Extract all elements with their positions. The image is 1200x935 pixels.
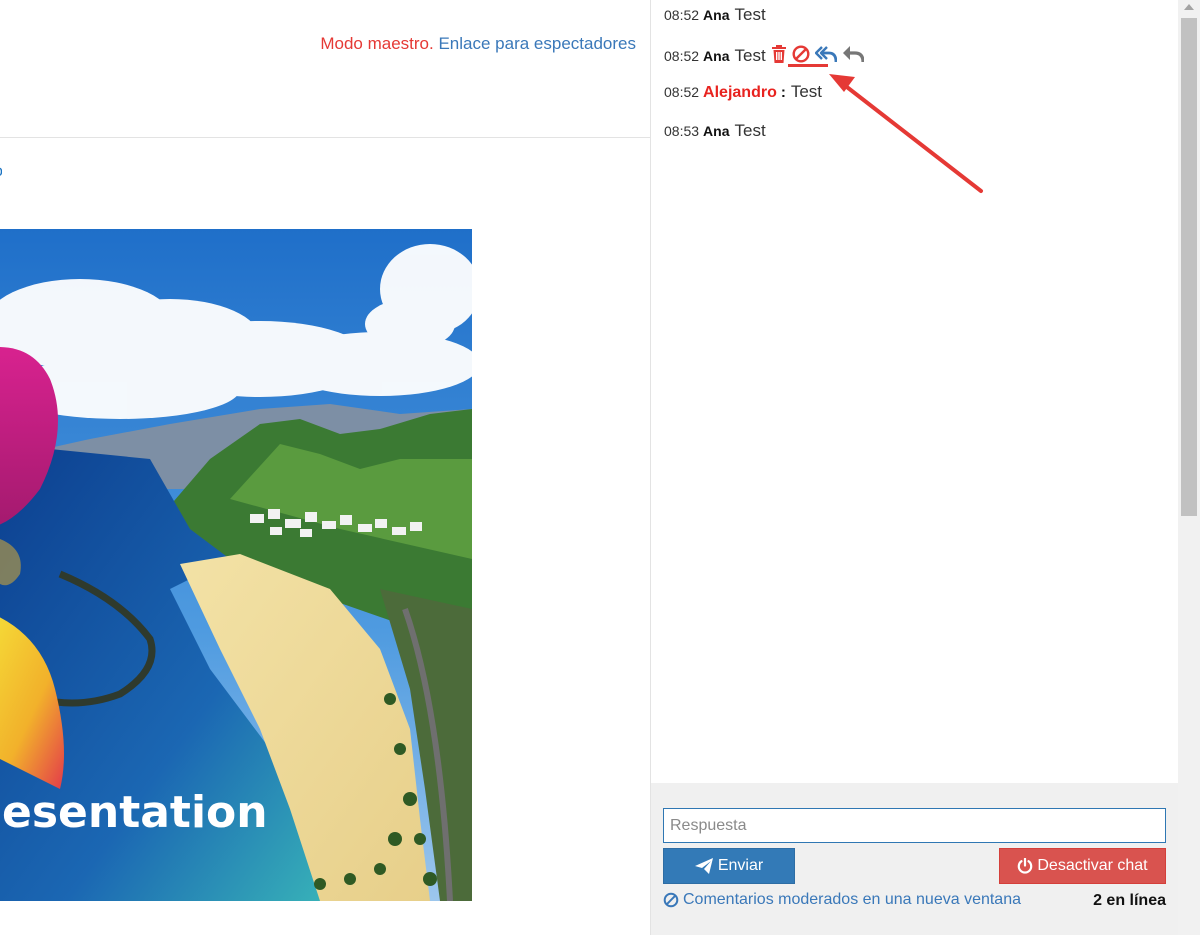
message-text: Test	[734, 5, 766, 24]
chat-messages: 08:52 Ana Test 08:52 Ana Test 08:52 Alej…	[651, 0, 1179, 783]
slide-caption: esentation	[2, 787, 268, 838]
message-text: Test	[734, 121, 766, 140]
annotation-underline	[788, 64, 828, 67]
chat-message: 08:52 Ana Test	[664, 5, 766, 25]
moderated-comments-link[interactable]: Comentarios moderados en una nueva venta…	[663, 891, 1021, 909]
chat-scrollbar[interactable]	[1178, 0, 1200, 935]
paper-plane-icon	[694, 858, 713, 874]
beach-slide-image: esentation	[0, 229, 472, 901]
viewer-link[interactable]: Enlace para espectadores	[438, 34, 636, 53]
message-separator: :	[780, 84, 786, 101]
scroll-up-arrow-icon[interactable]	[1184, 4, 1194, 10]
message-text: Test	[734, 46, 766, 65]
mode-links: Modo maestro. Enlace para espectadores	[320, 34, 636, 54]
presentation-header: Modo maestro. Enlace para espectadores	[0, 0, 650, 138]
reply-input[interactable]	[663, 808, 1166, 843]
trash-icon[interactable]	[771, 45, 787, 68]
page: Modo maestro. Enlace para espectadores o	[0, 0, 1200, 935]
power-icon	[1018, 858, 1033, 874]
chat-panel: 08:52 Ana Test 08:52 Ana Test 08:52 Alej…	[650, 0, 1200, 935]
ban-icon	[663, 892, 679, 908]
message-text: Test	[790, 82, 823, 101]
reply-icon[interactable]	[842, 45, 865, 68]
send-label: Enviar	[717, 857, 764, 874]
scroll-thumb[interactable]	[1181, 18, 1197, 516]
presentation-area: Modo maestro. Enlace para espectadores o	[0, 0, 650, 935]
teacher-mode-label: Modo maestro.	[320, 34, 434, 53]
message-time: 08:53	[664, 123, 700, 139]
message-author-teacher: Alejandro	[703, 84, 777, 101]
message-author: Ana	[703, 7, 730, 23]
moderated-label: Comentarios moderados en una nueva venta…	[683, 891, 1021, 908]
online-count: 2 en línea	[1093, 892, 1166, 909]
annotation-arrow	[829, 74, 983, 193]
partial-link-glyph: o	[0, 163, 2, 179]
chat-message: 08:53 Ana Test	[664, 121, 766, 141]
disable-chat-button[interactable]: Desactivar chat	[999, 848, 1166, 884]
chat-compose: Enviar Desactivar chat Comentarios moder…	[651, 783, 1179, 935]
chat-message-hovered: 08:52 Ana Test	[664, 43, 869, 66]
disable-label: Desactivar chat	[1037, 857, 1148, 874]
chat-message: 08:52 Alejandro : Test	[664, 82, 822, 102]
message-time: 08:52	[664, 84, 700, 100]
message-time: 08:52	[664, 7, 700, 23]
message-time: 08:52	[664, 48, 700, 64]
presentation-slide: esentation	[0, 229, 472, 901]
send-button[interactable]: Enviar	[663, 848, 795, 884]
message-author: Ana	[703, 123, 730, 139]
message-author: Ana	[703, 48, 730, 64]
